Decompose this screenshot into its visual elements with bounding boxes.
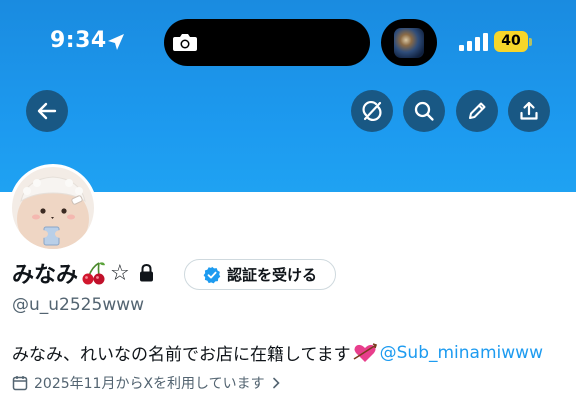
profile-bio: みなみ、れいなの名前でお店に在籍してます @Sub_minamiwww — [12, 340, 543, 366]
battery-nub — [529, 38, 532, 46]
arrow-left-icon — [37, 102, 57, 120]
joined-text: 2025年11月からXを利用しています — [34, 376, 265, 392]
avatar[interactable] — [9, 164, 97, 252]
location-arrow-icon — [108, 34, 124, 50]
star-icon: ☆ — [110, 260, 130, 286]
status-time: 9:34 — [50, 28, 107, 53]
get-verified-button[interactable]: 認証を受ける — [184, 259, 336, 290]
back-button[interactable] — [26, 90, 68, 132]
bio-mention-link[interactable]: @Sub_minamiwww — [380, 343, 543, 363]
joined-date[interactable]: 2025年11月からXを利用しています — [12, 373, 281, 393]
pencil-icon — [469, 102, 486, 119]
chevron-right-icon — [272, 377, 280, 389]
calendar-icon — [12, 376, 28, 391]
battery-indicator: 40 — [494, 31, 528, 52]
share-icon — [520, 101, 538, 120]
get-verified-label: 認証を受ける — [226, 266, 317, 284]
cherry-icon — [82, 262, 106, 285]
lock-icon — [139, 263, 153, 282]
search-icon — [414, 101, 434, 121]
bio-text: みなみ、れいなの名前でお店に在籍してます — [12, 345, 351, 365]
now-playing-artwork — [394, 28, 424, 58]
grok-button[interactable] — [351, 90, 393, 132]
signal-icon — [459, 33, 488, 51]
profile-handle: @u_u2525www — [12, 295, 145, 315]
verified-badge-icon — [203, 266, 221, 283]
circle-arrows-icon — [362, 101, 382, 121]
edit-button[interactable] — [456, 90, 498, 132]
name-row: みなみ ☆ — [12, 255, 155, 291]
heart-arrow-icon — [353, 342, 377, 362]
share-button[interactable] — [508, 90, 550, 132]
camera-icon — [173, 34, 197, 51]
avatar-illustration — [12, 167, 94, 249]
search-button[interactable] — [403, 90, 445, 132]
display-name: みなみ — [12, 263, 79, 288]
